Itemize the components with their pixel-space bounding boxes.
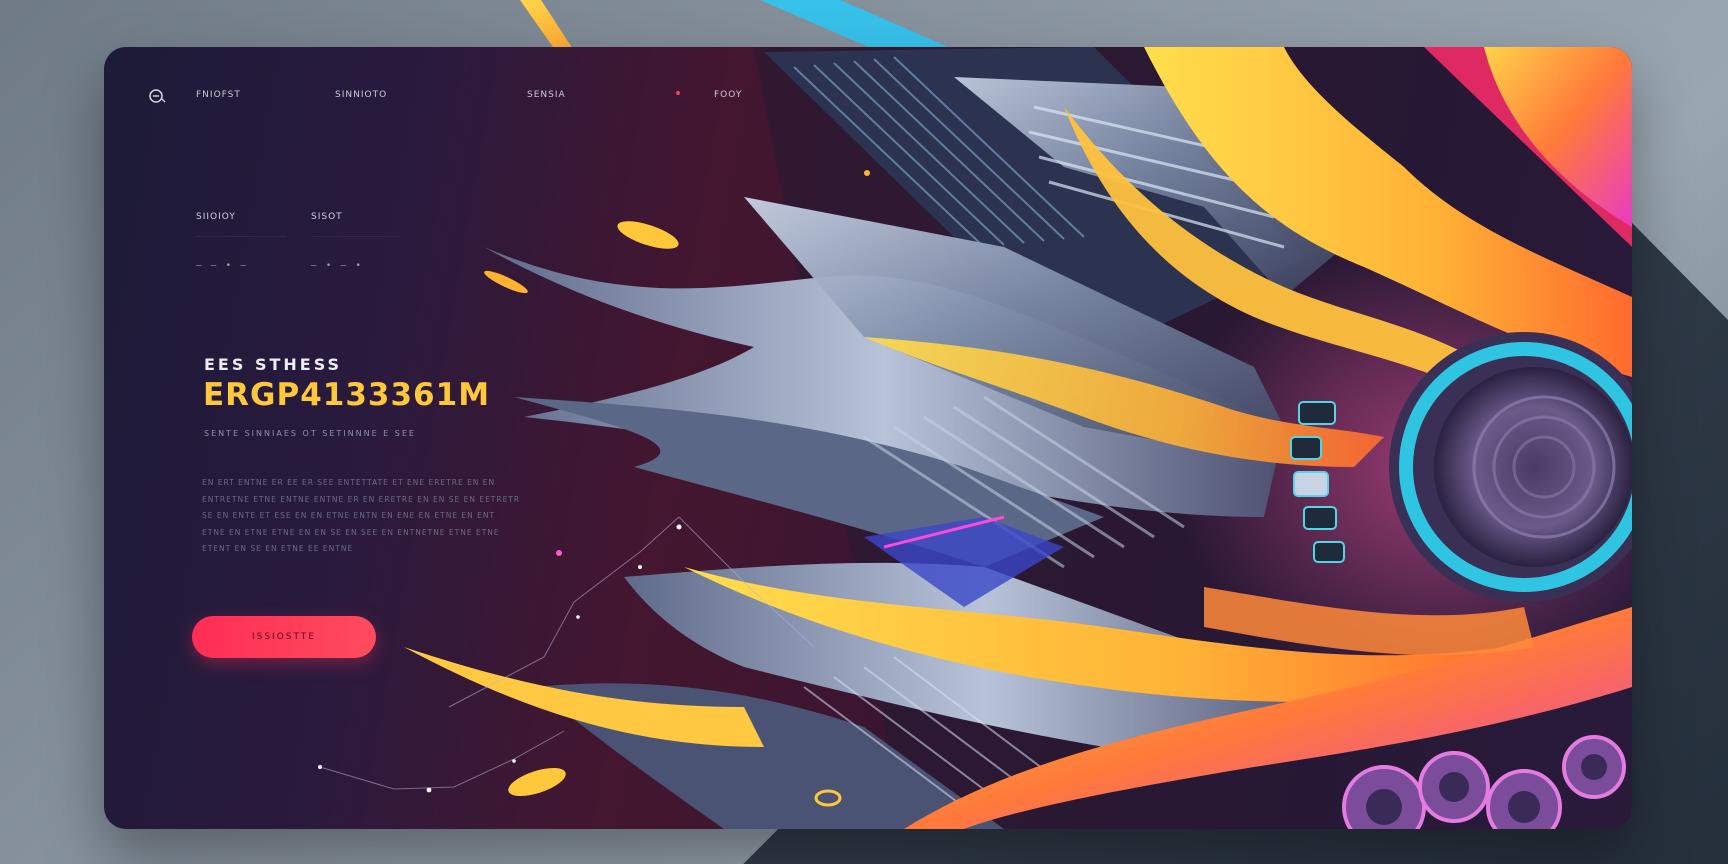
hero-eyebrow: EES STHESS [204,355,343,374]
hero-headline: ERGP4133361M [203,377,491,413]
backdrop-cyan-stripe [760,0,960,52]
cta-button[interactable]: ISSIOSTTE [192,616,376,658]
divider [311,236,401,237]
stat-block-2: SISOT – • – • [311,212,401,271]
logo-icon[interactable] [148,87,166,105]
nav-link-4[interactable]: FOOY [714,90,742,100]
stat-label: SISOT [311,212,343,222]
nav-link-3[interactable]: SENSIA [527,90,566,100]
stat-block-1: SIIOIOY – – • – [196,212,286,271]
nav-active-dot [676,91,680,95]
hero-card: FNIOFST SINNIOTO SENSIA FOOY SIIOIOY – –… [104,47,1632,829]
divider [196,236,286,237]
hero-subtitle: SENTE SINNIAES OT SETINNNE E SEE [204,429,416,438]
stat-value: – • – • [311,261,363,271]
nav-link-2[interactable]: SINNIOTO [335,90,387,100]
hero-artwork [318,47,1632,829]
hero-body-text: EN ERT ENTNE ER EE ER SEE ENTETTATE ET E… [202,478,521,553]
stat-label: SIIOIOY [196,212,236,222]
stat-value: – – • – [196,261,248,271]
nav-link-1[interactable]: FNIOFST [196,90,241,100]
